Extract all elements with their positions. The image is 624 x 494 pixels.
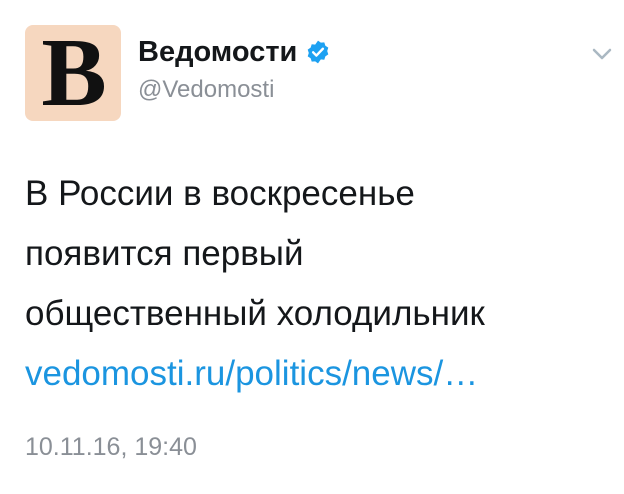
tweet-card: B Ведомости @Vedomosti В России в воскре… xyxy=(0,0,624,494)
tweet-text-line: появится первый xyxy=(25,234,304,273)
tweet-text-line: общественный холодильник xyxy=(25,294,485,333)
tweet-timestamp[interactable]: 10.11.16, 19:40 xyxy=(25,433,197,462)
tweet-link[interactable]: vedomosti.ru/politics/news/… xyxy=(25,354,478,393)
user-handle[interactable]: @Vedomosti xyxy=(138,76,274,104)
avatar[interactable]: B xyxy=(25,25,121,121)
avatar-logo-letter: B xyxy=(41,25,106,121)
display-name: Ведомости xyxy=(138,35,298,68)
author-name-row[interactable]: Ведомости xyxy=(138,32,331,72)
verified-badge-icon xyxy=(308,40,329,64)
tweet-text: В России в воскресенье появится первый о… xyxy=(25,164,610,404)
chevron-down-icon[interactable] xyxy=(590,44,614,64)
tweet-text-line: В России в воскресенье xyxy=(25,174,415,213)
